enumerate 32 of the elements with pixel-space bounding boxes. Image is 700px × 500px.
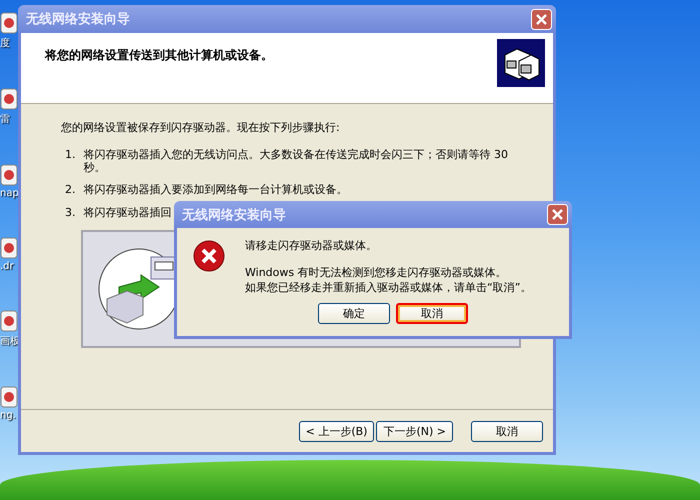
wizard-button[interactable]: 下一步(N) > [376, 420, 453, 442]
wizard-button[interactable]: 取消 [471, 420, 543, 442]
step-number: 2. [65, 184, 76, 197]
dialog-button[interactable]: 取消 [396, 303, 468, 324]
error-message: 请移走闪存驱动器或媒体。 [245, 238, 378, 253]
computers-icon [497, 39, 545, 87]
desktop-shortcut-icon[interactable] [0, 12, 18, 34]
close-icon[interactable] [547, 204, 568, 225]
wizard-heading: 将您的网络设置传送到其他计算机或设备。 [45, 47, 273, 64]
desktop-shortcut-icon[interactable] [0, 386, 18, 408]
wizard-button[interactable]: < 上一步(B) [298, 420, 374, 442]
window-title: 无线网络安装向导 [26, 10, 130, 28]
step-number: 1. [65, 149, 76, 163]
instruction-text: 您的网络设置被保存到闪存驱动器。现在按下列步骤执行: [61, 120, 341, 135]
desktop-shortcut-icon[interactable] [0, 310, 18, 332]
dialog-button[interactable]: 确定 [318, 303, 390, 324]
step-text: 将闪存驱动器插回 [84, 206, 172, 220]
step-text: 将闪存驱动器插入您的无线访问点。大多数设备在传送完成时会闪三下；否则请等待 30 秒。 [84, 149, 509, 174]
desktop-icon-label[interactable]: nap [0, 188, 19, 199]
desktop-icon-label[interactable]: .dr [0, 261, 14, 272]
error-detail: Windows 有时无法检测到您移走闪存驱动器或媒体。 [245, 265, 508, 280]
step-text: 将闪存驱动器插入要添加到网络每一台计算机或设备。 [84, 184, 348, 197]
desktop-shortcut-icon[interactable] [0, 237, 18, 259]
error-detail: 如果您已经移走并重新插入驱动器或媒体，请单击“取消”。 [245, 280, 532, 295]
desktop-shortcut-icon[interactable] [0, 164, 18, 186]
desktop-shortcut-icon[interactable] [0, 88, 18, 110]
close-icon[interactable] [531, 8, 552, 30]
desktop-icon-label[interactable]: 度 [0, 36, 10, 50]
error-icon [193, 240, 225, 272]
desktop-icon-label[interactable]: 雷 [0, 112, 10, 126]
step-number: 3. [65, 206, 76, 220]
dialog-title: 无线网络安装向导 [182, 206, 286, 224]
